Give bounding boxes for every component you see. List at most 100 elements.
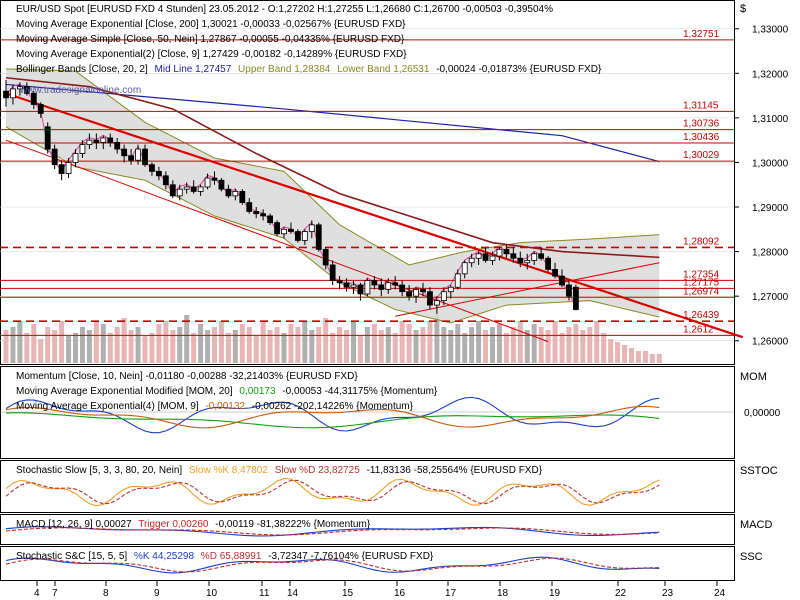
candle-body [232,191,239,197]
bb-prefix: Bollinger Bands [Close, 20, 2] [16,64,148,75]
level-label: 1,31145 [683,100,719,111]
x-tick-label: 8 [103,588,109,599]
candle-body [322,248,329,266]
x-tick-label: 7 [52,588,58,599]
bb-tail: -0,00024 -0,01873% {EURUSD FXD} [436,64,602,75]
x-axis-ticks: 4 7 8 9 10 11 14 15 16 17 18 19 22 23 24 [34,581,726,599]
candle-body [531,253,538,261]
volume-bar [191,333,197,363]
legend-bollinger: Bollinger Bands [Close, 20, 2] Mid Line … [16,64,602,75]
volume-bar [601,333,607,363]
y-tick-label: 1,26000 [752,337,789,348]
volume-bar [392,333,398,363]
volume-bar [476,321,482,363]
mom-legend-2-value: 0,00173 [239,386,276,397]
volume-bar [656,354,662,363]
volume-bar [385,327,391,363]
ssc-tail: -3,72347 -7,76104% {EURUSD FXD} [268,551,434,562]
volume-bar [59,321,65,363]
candle-body [503,248,510,255]
volume-bar [496,324,502,363]
volume-bar [462,333,468,363]
x-tick-label: 18 [497,588,509,599]
candle-body [65,162,72,174]
candle [364,278,371,297]
candle-body [364,280,371,295]
volume-bar [642,351,648,363]
bb-upper: Upper Band 1,28384 [238,64,331,75]
x-tick-label: 22 [615,588,627,599]
sstoc-k: Slow %K 8,47802 [189,465,268,476]
volume-bar [246,327,252,363]
candle-body [190,186,197,192]
volume-bar [615,342,621,363]
candle-body [128,155,135,161]
currency-label: $ [740,3,746,15]
candle-body [86,139,93,146]
volume-bar [17,321,23,363]
sstoc-d: Slow %D 23,82725 [275,465,360,476]
volume-bar [295,327,301,363]
volume-bar [10,327,16,363]
watermark: www.tradesignalonline.com [19,85,141,96]
candle-body [155,170,162,177]
candle [44,122,51,154]
x-tick-label: 14 [287,588,299,599]
candle-body [301,231,308,241]
candle-body [121,148,128,157]
mom-legend-3-prefix: Moving Average Exponential(4) [MOM, 9] [16,401,199,412]
volume-bar [330,333,336,363]
macd-legend: MACD [12, 26, 9] 0,00027 Trigger 0,00260… [16,519,371,530]
candle-body [538,253,545,259]
macd-prefix: MACD [12, 26, 9] 0,00027 [16,519,132,530]
mom-legend-2: Moving Average Exponential Modified [MOM… [16,386,438,397]
volume-bar [420,327,426,363]
candle-body [399,284,406,293]
volume-bar [79,327,85,363]
candle-body [573,286,579,310]
ssc-k: %K 44,25298 [134,551,194,562]
volume-bar [357,336,363,363]
candle-body [204,177,211,188]
ssc-legend: Stochastic S&C [15, 5, 5] %K 44,25298 %D… [16,551,434,562]
volume-bar [253,336,259,363]
level-label: 1,30736 [683,119,720,130]
candle-body [149,164,155,172]
volume-bar [198,324,204,363]
volume-bar [629,348,634,363]
x-tick-label: 19 [549,588,561,599]
candle-body [176,188,183,197]
volume-bar [107,333,113,363]
candle-body [559,275,565,286]
y-tick-label: 1,27000 [752,292,789,303]
x-tick-label: 4 [34,588,40,599]
volume-bar [121,318,127,363]
volume-bar [517,321,523,363]
macd-panel-label: MACD [740,519,772,531]
volume-bar [45,327,51,363]
x-tick-label: 17 [445,588,457,599]
candle-body [288,228,294,232]
volume-bar [156,324,162,363]
candle [545,256,551,272]
volume-bar [399,321,405,363]
legend-ema9: Moving Average Exponential(2) [Close, 9]… [16,49,407,60]
candle [274,220,280,236]
y-axis-ticks: 1,33000 1,32000 1,31000 1,30000 1,29000 1,280… [734,25,789,348]
candle-body [489,255,496,261]
volume-bar [608,339,614,363]
volume-bar [73,333,78,363]
candle-body [475,253,482,259]
volume-bar [177,327,183,363]
volume-bar [316,327,322,363]
volume-bar [323,318,329,363]
y-tick-label: 1,32000 [752,69,789,80]
sstoc-tail: -11,83136 -58,25564% {EURUSD FXD} [367,465,543,476]
trading-chart[interactable]: 1,32751 1,31145 1,30736 1,30436 1,30029 1,280… [0,0,800,600]
candle-body [294,231,301,241]
volume-bar [100,324,106,363]
candle-body [378,284,385,290]
ssc-d: %D 65,88991 [201,551,262,562]
volume-bar [114,327,120,363]
candle [294,229,301,243]
